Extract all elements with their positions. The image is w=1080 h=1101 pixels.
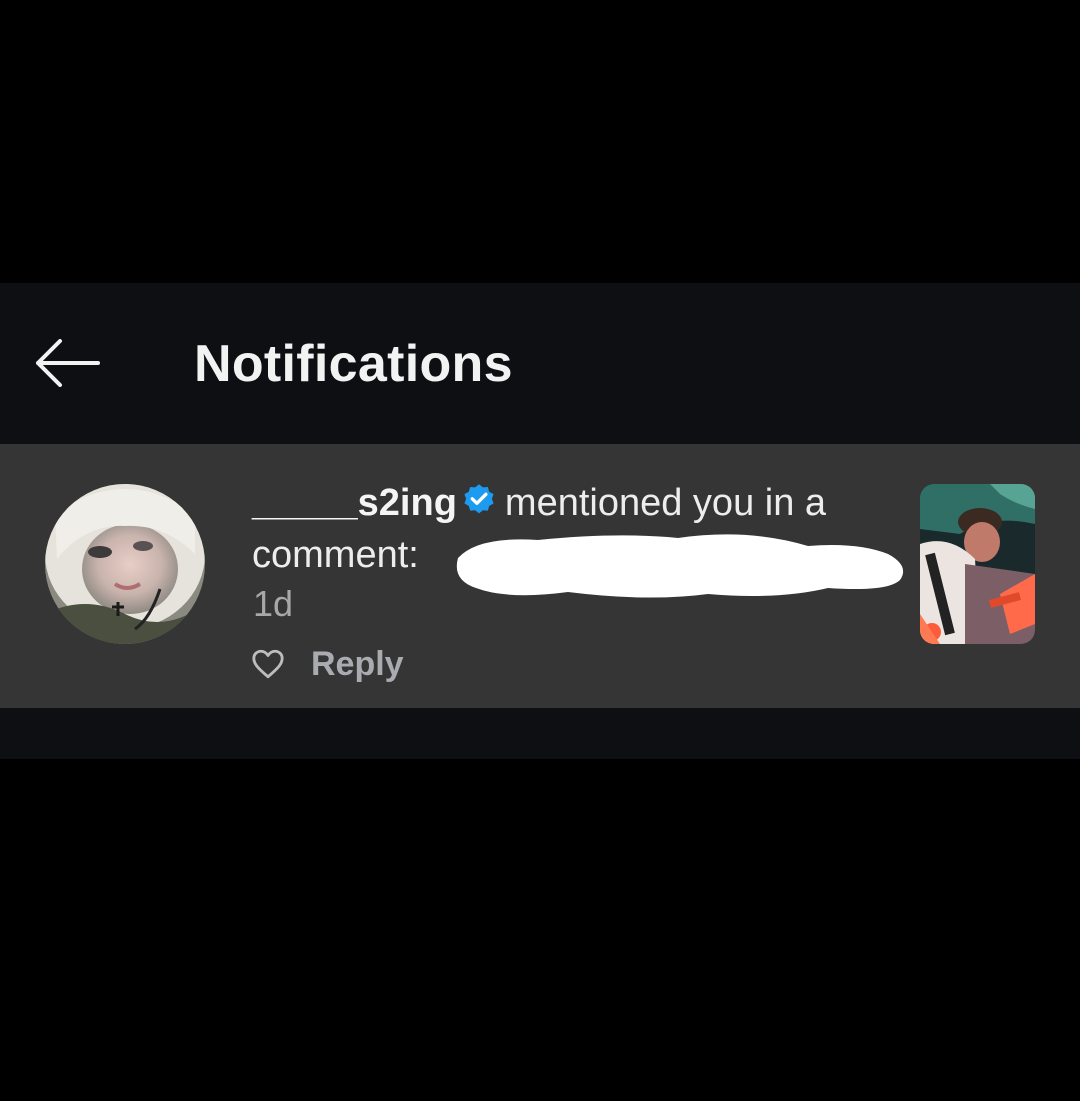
comment-prefix: comment: xyxy=(252,534,419,576)
list-footer xyxy=(0,708,1080,759)
post-thumbnail[interactable] xyxy=(920,484,1035,644)
arrow-left-icon xyxy=(36,339,100,387)
timestamp: 1d xyxy=(253,583,294,624)
header-bar: Notifications xyxy=(0,283,1080,444)
back-button[interactable] xyxy=(22,318,112,408)
notification-actions: Reply xyxy=(250,641,404,687)
redaction-scribble xyxy=(456,534,904,598)
page-title: Notifications xyxy=(194,335,513,393)
avatar[interactable] xyxy=(45,484,205,644)
reply-button[interactable]: Reply xyxy=(311,645,404,684)
like-button[interactable] xyxy=(250,646,286,682)
heart-outline-icon xyxy=(252,649,284,679)
verified-badge-icon xyxy=(464,484,494,514)
notification-message: mentioned you in a xyxy=(504,482,827,524)
username-link[interactable]: _____s2ing xyxy=(252,482,457,524)
notifications-screen: Notifications _____s2ing mentioned you i… xyxy=(0,0,1080,1101)
notification-item[interactable]: _____s2ing mentioned you in a comment: 1… xyxy=(0,444,1080,708)
